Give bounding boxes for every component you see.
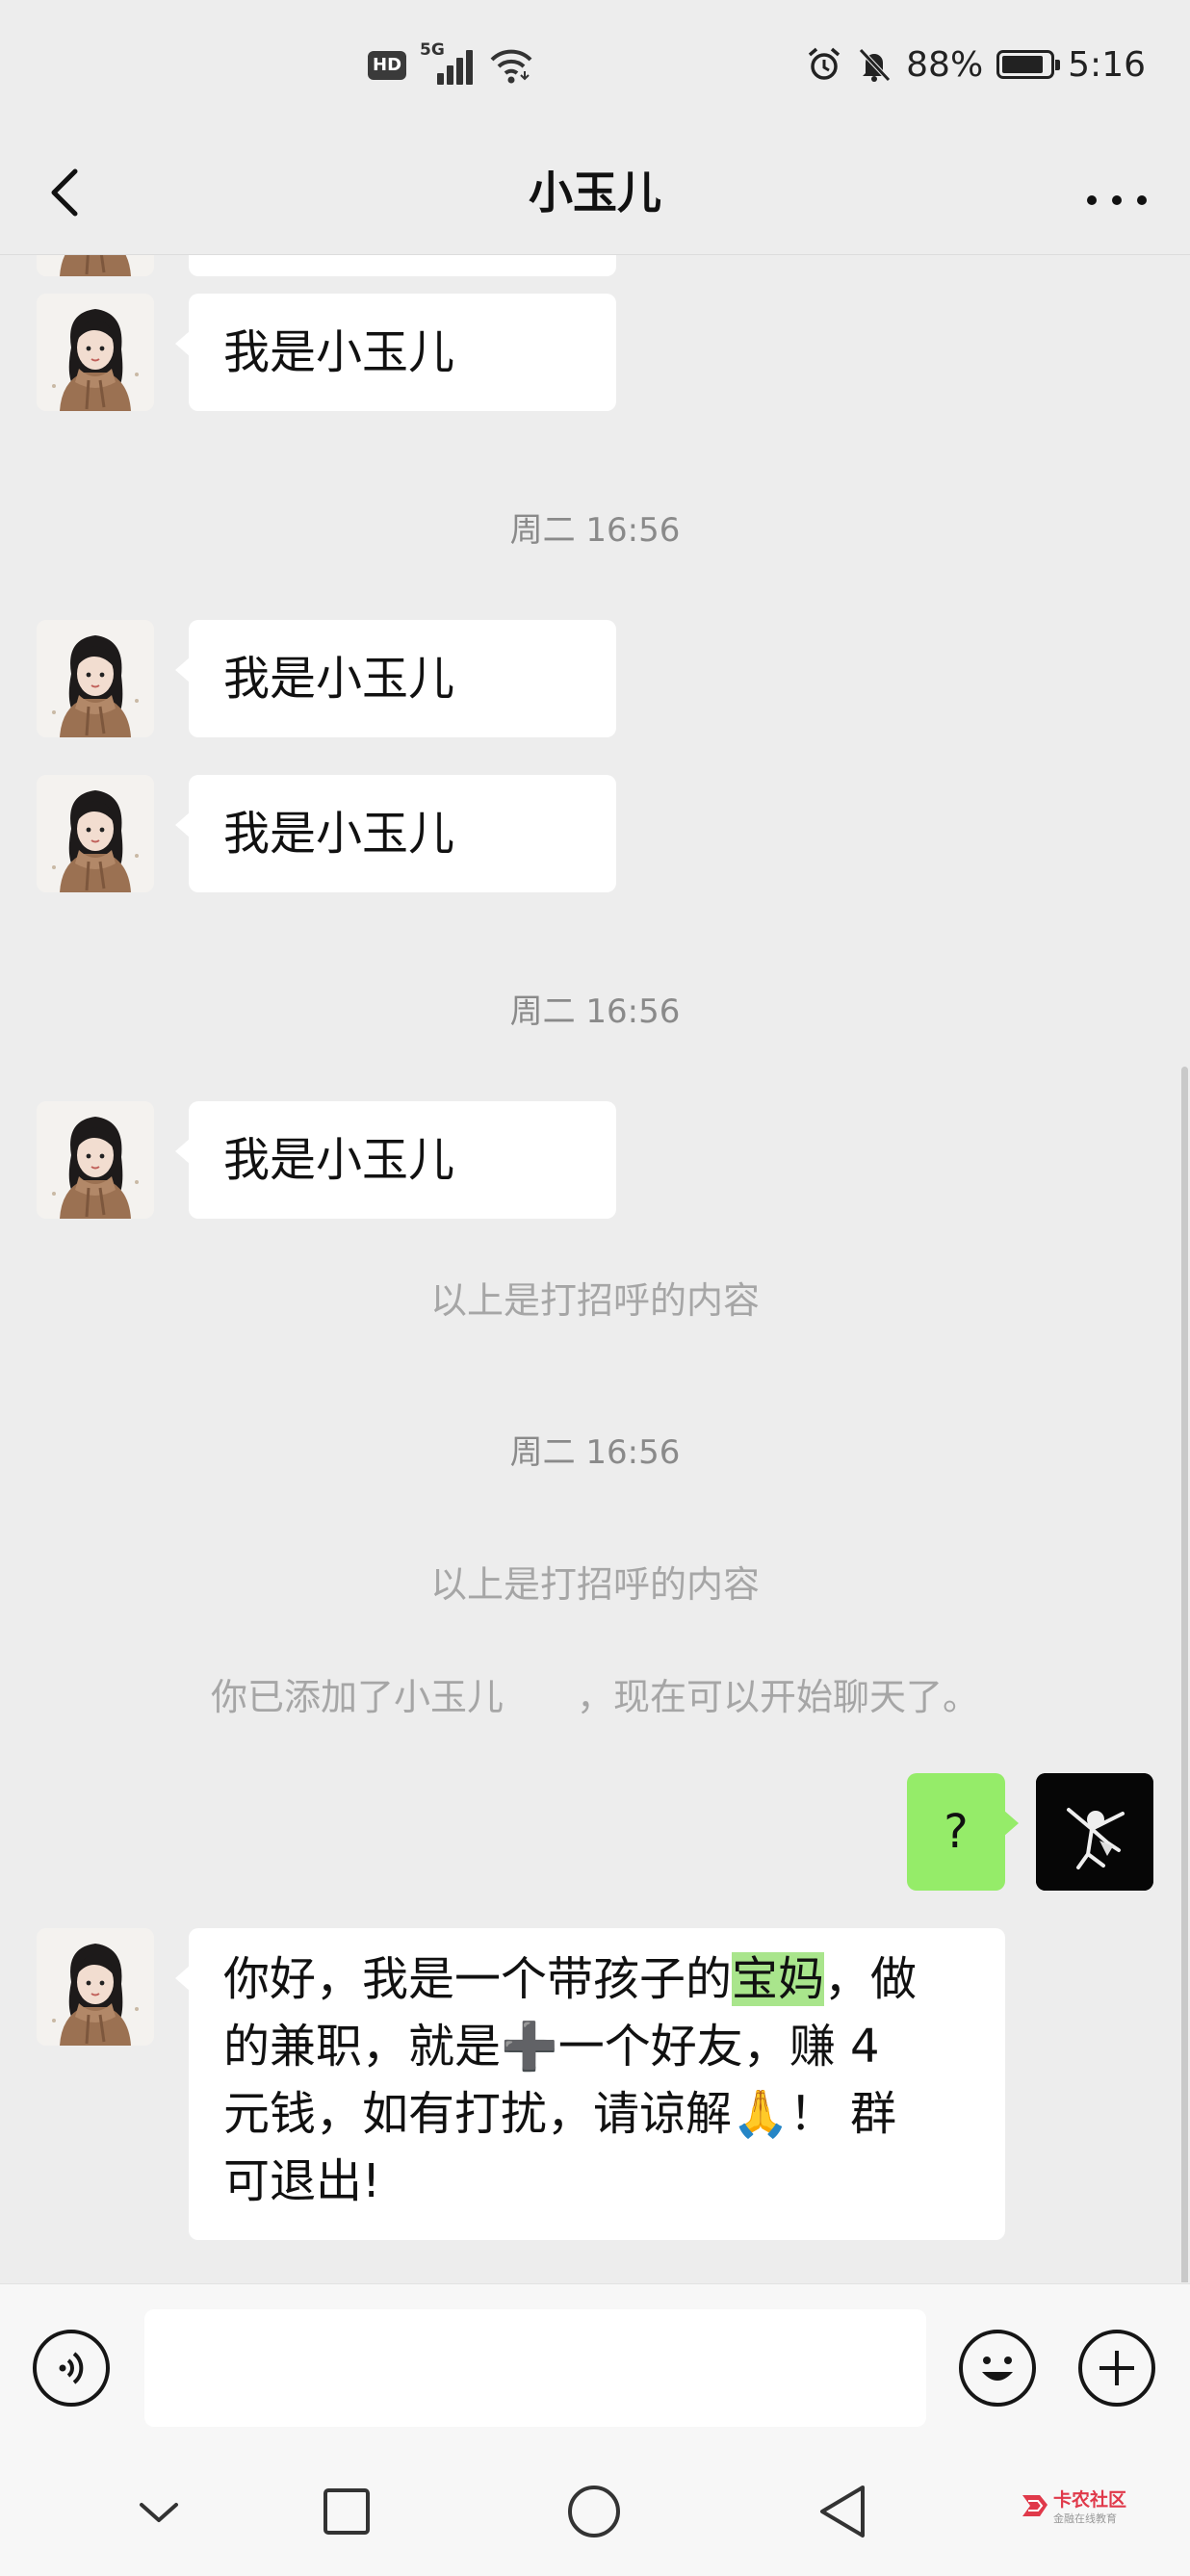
contact-avatar[interactable] [37,1928,154,2046]
timestamp: 周二 16:56 [509,1433,681,1472]
watermark: 卡农社区 金融在线教育 [1019,2484,1173,2541]
battery-icon [996,50,1061,79]
plus-icon [1099,2351,1134,2385]
more-functions-button[interactable] [1078,2330,1155,2407]
network-type: 5G [420,40,445,60]
chat-title: 小玉儿 [529,167,661,219]
contact-avatar[interactable] [37,1101,154,1219]
hide-keyboard-button[interactable] [116,2468,202,2555]
triangle-back-icon [820,2486,865,2537]
message-line: 元钱，如有打扰，请谅解🙏！ 群 [223,2087,897,2141]
message-bubble[interactable] [189,255,616,276]
voice-icon [59,2352,84,2384]
hd-icon: HD [368,51,407,80]
watermark-logo-icon [1022,2495,1048,2516]
more-dots-icon [1087,195,1147,205]
status-bar-right: 88% 5:16 [806,39,1146,90]
watermark-text: 卡农社区 [1053,2489,1127,2511]
contact-avatar[interactable] [37,255,154,276]
chevron-down-icon [140,2503,178,2522]
system-notice: 你已添加了小玉儿 ，现在可以开始聊天了。 [210,1676,979,1718]
recents-button[interactable] [303,2468,390,2555]
message-bubble[interactable]: 我是小玉儿 [175,294,616,411]
back-nav-button[interactable] [799,2468,886,2555]
system-notice: 以上是打招呼的内容 [429,1279,760,1322]
highlighted-text: 宝妈 [732,1952,825,2006]
scrollbar[interactable] [1181,1067,1188,2282]
status-bar-left: HD 5G [368,40,533,89]
square-icon [323,2488,370,2535]
message-line: 可退出! [223,2154,381,2208]
contact-avatar[interactable] [37,775,154,892]
circle-icon [568,2486,620,2537]
my-avatar-image [1036,1773,1153,1891]
emoji-button[interactable] [959,2330,1036,2407]
home-button[interactable] [551,2468,637,2555]
message-bubble[interactable]: 我是小玉儿 [175,1101,616,1219]
alarm-icon [809,47,841,80]
chat-header: 小玉儿 [0,135,1190,255]
message-line: 你好，我是一个带孩子的宝妈，做 [223,1952,918,2006]
message-input[interactable] [144,2309,926,2427]
system-notice: 以上是打招呼的内容 [429,1563,760,1606]
clock: 5:16 [1068,44,1146,85]
contact-avatar[interactable] [37,620,154,737]
cellular-signal-icon: 5G [420,40,476,85]
timestamp: 周二 16:56 [509,511,681,550]
status-bar: HD 5G 88% 5:16 [0,0,1190,135]
input-bar [0,2283,1190,2446]
system-navigation-bar: 卡农社区 金融在线教育 [0,2445,1190,2576]
contact-avatar[interactable] [37,294,154,411]
battery-percentage: 88% [906,44,984,85]
my-avatar[interactable] [1036,1773,1153,1891]
message-bubble[interactable]: 我是小玉儿 [175,775,616,892]
sent-message-bubble[interactable]: ? [907,1773,1019,1891]
watermark-subtext: 金融在线教育 [1053,2512,1117,2525]
voice-input-button[interactable] [33,2330,110,2407]
message-bubble[interactable]: 你好，我是一个带孩子的宝妈，做 的兼职，就是➕一个好友，赚 4 元钱，如有打扰，… [175,1928,1005,2240]
smiley-icon [982,2357,1013,2381]
more-options-button[interactable] [1078,154,1155,231]
message-list[interactable]: 我是小玉儿 周二 16:56 我是小玉儿 我是小玉儿 周二 16:56 我是小玉… [0,255,1190,2282]
message-bubble[interactable]: 我是小玉儿 [175,620,616,737]
wifi-icon [490,49,532,84]
mute-bell-icon [859,48,891,82]
message-line: 的兼职，就是➕一个好友，赚 4 [223,2020,880,2074]
timestamp: 周二 16:56 [509,992,681,1031]
